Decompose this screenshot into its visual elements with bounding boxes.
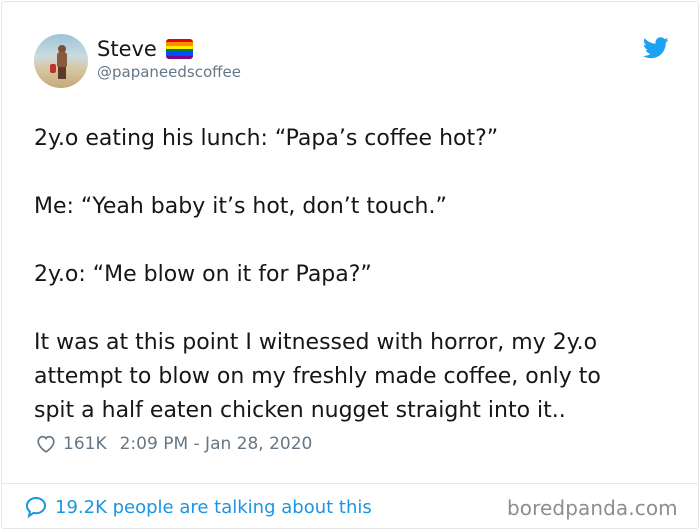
tweet-paragraph: It was at this point I witnessed with ho…: [34, 326, 674, 428]
author-display-name[interactable]: Steve: [97, 37, 157, 61]
flag-stripe-purple: [165, 55, 193, 59]
rainbow-flag-icon: [165, 39, 193, 59]
avatar[interactable]: [34, 34, 88, 88]
tweet-card: Steve @papaneedscoffee 2y.o eating his l…: [1, 1, 699, 529]
tweet-text: 2y.o eating his lunch: “Papa’s coffee ho…: [34, 122, 674, 428]
speech-bubble-icon: [25, 496, 47, 519]
like-count[interactable]: 161K: [63, 434, 107, 454]
avatar-figure-legs: [58, 67, 66, 79]
tweet-line: It was at this point I witnessed with ho…: [34, 330, 598, 355]
watermark: boredpanda.com: [507, 496, 678, 520]
twitter-bird-icon[interactable]: [643, 37, 669, 59]
tweet-line: spit a half eaten chicken nugget straigh…: [34, 398, 566, 423]
avatar-figure-body: [57, 52, 67, 68]
author-handle[interactable]: @papaneedscoffee: [97, 63, 241, 81]
tweet-paragraph: 2y.o: “Me blow on it for Papa?”: [34, 262, 372, 287]
conversation-footer[interactable]: 19.2K people are talking about this: [24, 494, 372, 520]
footer-divider: [2, 483, 698, 484]
author-name-row: Steve: [97, 36, 193, 62]
heart-icon[interactable]: [35, 433, 57, 455]
avatar-figure-bag: [50, 64, 56, 73]
tweet-line: attempt to blow on my freshly made coffe…: [34, 364, 601, 389]
tweet-paragraph: Me: “Yeah baby it’s hot, don’t touch.”: [34, 194, 447, 219]
tweet-meta: 161K 2:09 PM - Jan 28, 2020: [35, 431, 312, 457]
tweet-timestamp[interactable]: 2:09 PM - Jan 28, 2020: [120, 434, 313, 454]
tweet-header: Steve @papaneedscoffee: [34, 34, 674, 90]
tweet-paragraph: 2y.o eating his lunch: “Papa’s coffee ho…: [34, 126, 499, 151]
conversation-link[interactable]: 19.2K people are talking about this: [55, 497, 372, 518]
